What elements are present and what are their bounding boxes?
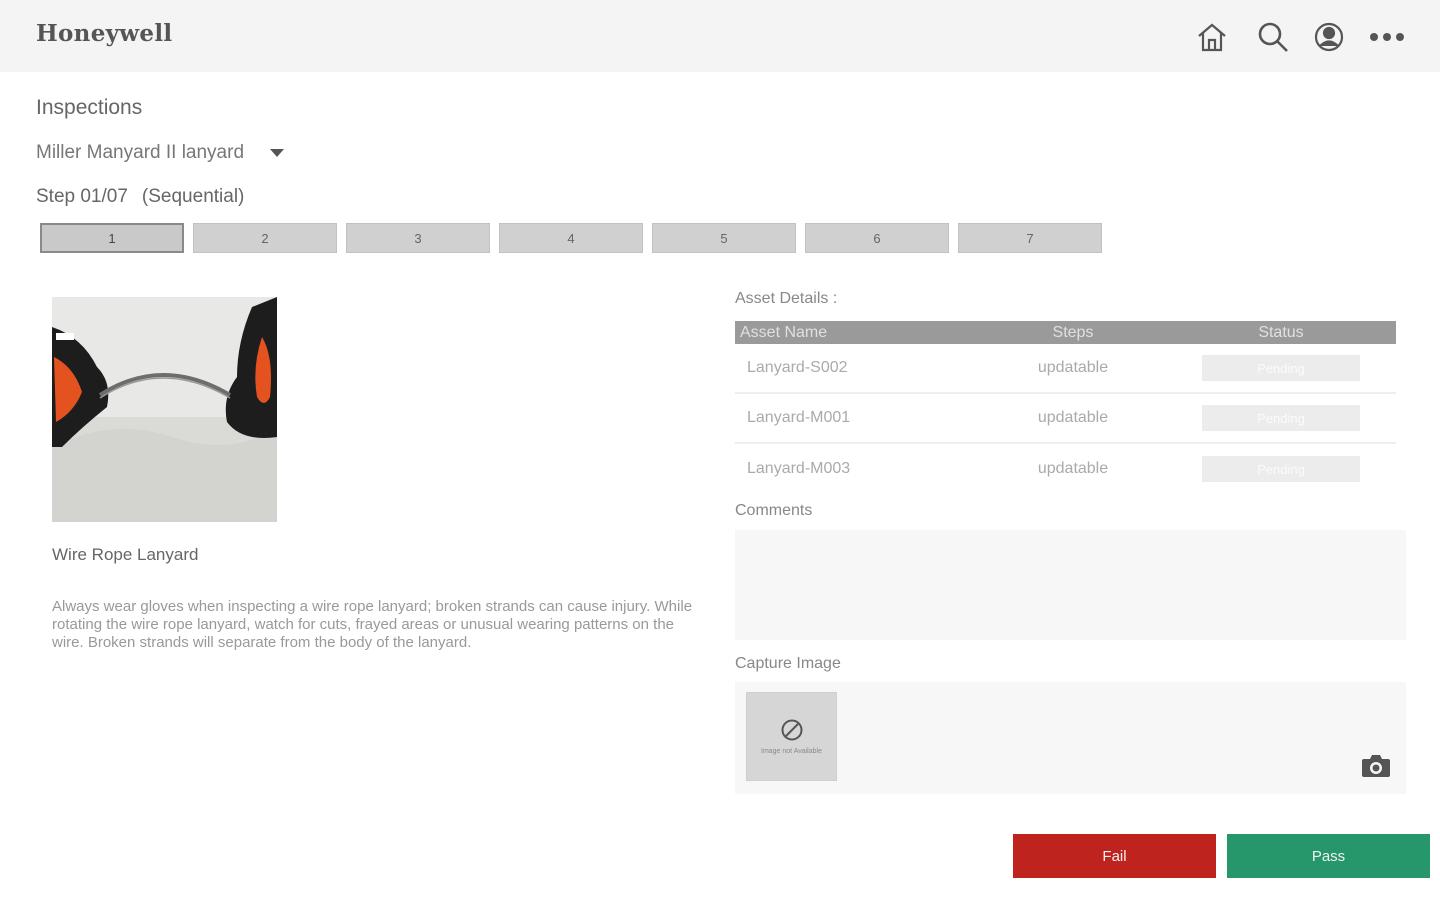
step-mode: (Sequential) (141, 186, 245, 207)
capture-image-area: Image not Available (735, 682, 1406, 794)
asset-name-cell: Lanyard-S002 (747, 359, 848, 376)
step-tab-2[interactable]: 2 (193, 223, 337, 253)
table-row: Lanyard-M003 updatable Pending (735, 444, 1396, 494)
asset-table-header: Asset Name Steps Status (735, 321, 1396, 344)
chevron-down-icon[interactable] (270, 149, 285, 157)
asset-table: Asset Name Steps Status Lanyard-S002 upd… (735, 321, 1396, 494)
search-icon[interactable] (1254, 18, 1292, 56)
step-indicator: Step 01/07 (Sequential) (36, 186, 244, 208)
dropdown-selected-value: Miller Manyard II lanyard (36, 142, 245, 163)
asset-steps-cell: updatable (1037, 359, 1109, 376)
asset-name-cell: Lanyard-M001 (747, 409, 851, 426)
step-tabs: 1 2 3 4 5 6 7 (40, 223, 1102, 253)
asset-steps-cell: updatable (1037, 409, 1109, 426)
no-image-icon (781, 719, 802, 741)
inspection-item-dropdown[interactable]: Miller Manyard II lanyard (36, 140, 285, 166)
status-badge[interactable]: Pending (1202, 405, 1360, 431)
column-header-asset-name: Asset Name (740, 323, 828, 341)
fail-button[interactable]: Fail (1013, 834, 1216, 878)
step-tab-1[interactable]: 1 (40, 223, 184, 253)
capture-image-label: Capture Image (735, 655, 841, 672)
home-icon[interactable] (1193, 18, 1231, 56)
step-tab-5[interactable]: 5 (652, 223, 796, 253)
asset-steps-cell: updatable (1037, 460, 1109, 477)
comments-label: Comments (735, 502, 813, 519)
brand-logo: Honeywell (36, 20, 173, 47)
page-title: Inspections (36, 96, 143, 119)
status-badge[interactable]: Pending (1202, 355, 1360, 381)
asset-details-label: Asset Details : (735, 290, 838, 307)
step-tab-6[interactable]: 6 (805, 223, 949, 253)
item-photo (52, 297, 277, 522)
more-icon[interactable] (1368, 18, 1406, 56)
step-tab-7[interactable]: 7 (958, 223, 1102, 253)
user-icon[interactable] (1310, 18, 1348, 56)
column-header-status: Status (1258, 323, 1304, 341)
step-counter: Step 01/07 (36, 186, 128, 207)
step-tab-3[interactable]: 3 (346, 223, 490, 253)
item-description: Always wear gloves when inspecting a wir… (52, 598, 693, 651)
pass-button[interactable]: Pass (1227, 834, 1430, 878)
camera-icon[interactable] (1360, 752, 1392, 780)
column-header-steps: Steps (1052, 323, 1094, 341)
asset-name-cell: Lanyard-M003 (747, 460, 851, 477)
top-bar: Honeywell (0, 0, 1440, 72)
status-badge[interactable]: Pending (1202, 456, 1360, 482)
step-tab-4[interactable]: 4 (499, 223, 643, 253)
table-row: Lanyard-M001 updatable Pending (735, 394, 1396, 444)
item-title: Wire Rope Lanyard (52, 545, 199, 564)
image-thumbnail[interactable]: Image not Available (746, 692, 837, 781)
image-not-available-text: Image not Available (761, 748, 822, 755)
comments-input[interactable] (735, 530, 1406, 640)
table-row: Lanyard-S002 updatable Pending (735, 344, 1396, 394)
